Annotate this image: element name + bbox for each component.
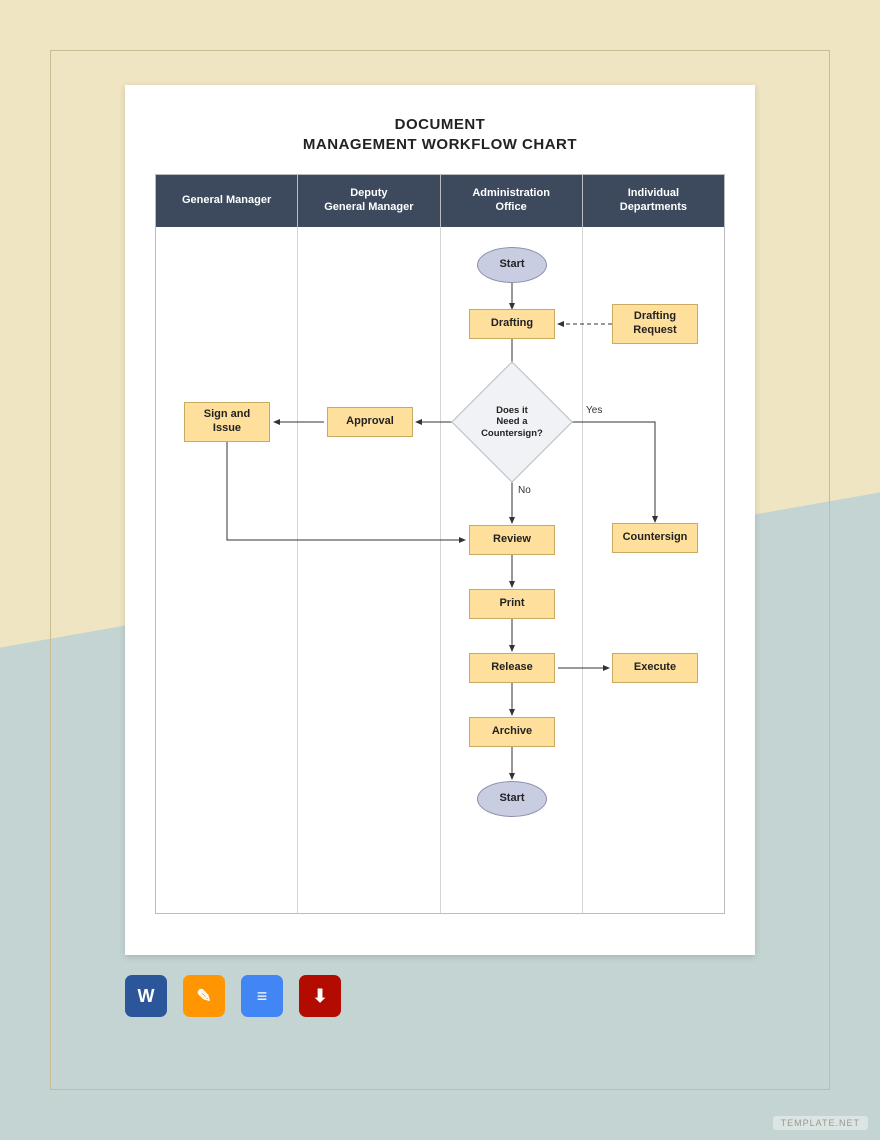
- process-review: Review: [469, 525, 555, 555]
- process-print: Print: [469, 589, 555, 619]
- label-yes: Yes: [586, 405, 602, 416]
- terminator-end: Start: [477, 781, 547, 817]
- header-row: General Manager Deputy General Manager A…: [156, 175, 724, 227]
- pages-icon[interactable]: ✎: [183, 975, 225, 1017]
- lane-header-gm: General Manager: [156, 175, 298, 227]
- process-approval: Approval: [327, 407, 413, 437]
- document-page: DOCUMENT MANAGEMENT WORKFLOW CHART Gener…: [125, 85, 755, 955]
- process-release: Release: [469, 653, 555, 683]
- pdf-icon[interactable]: ⬇: [299, 975, 341, 1017]
- flowchart-canvas: Start Drafting Drafting Request Does it …: [156, 227, 724, 913]
- process-sign-issue: Sign and Issue: [184, 402, 270, 442]
- title-line-1: DOCUMENT: [395, 116, 486, 133]
- lane-header-dept: Individual Departments: [583, 175, 724, 227]
- process-drafting-request: Drafting Request: [612, 304, 698, 344]
- google-docs-icon[interactable]: ≡: [241, 975, 283, 1017]
- word-icon[interactable]: W: [125, 975, 167, 1017]
- process-drafting: Drafting: [469, 309, 555, 339]
- label-no: No: [518, 485, 531, 496]
- process-archive: Archive: [469, 717, 555, 747]
- decision-text: Does it Need a Countersign?: [472, 404, 552, 438]
- lane-header-admin: Administration Office: [441, 175, 583, 227]
- swimlane-container: General Manager Deputy General Manager A…: [155, 174, 725, 914]
- terminator-start: Start: [477, 247, 547, 283]
- lane-header-dgm: Deputy General Manager: [298, 175, 440, 227]
- format-icons-row: W ✎ ≡ ⬇: [125, 975, 341, 1017]
- process-countersign: Countersign: [612, 523, 698, 553]
- title-line-2: MANAGEMENT WORKFLOW CHART: [303, 136, 577, 153]
- watermark: TEMPLATE.NET: [773, 1116, 868, 1130]
- process-execute: Execute: [612, 653, 698, 683]
- page-title: DOCUMENT MANAGEMENT WORKFLOW CHART: [155, 115, 725, 156]
